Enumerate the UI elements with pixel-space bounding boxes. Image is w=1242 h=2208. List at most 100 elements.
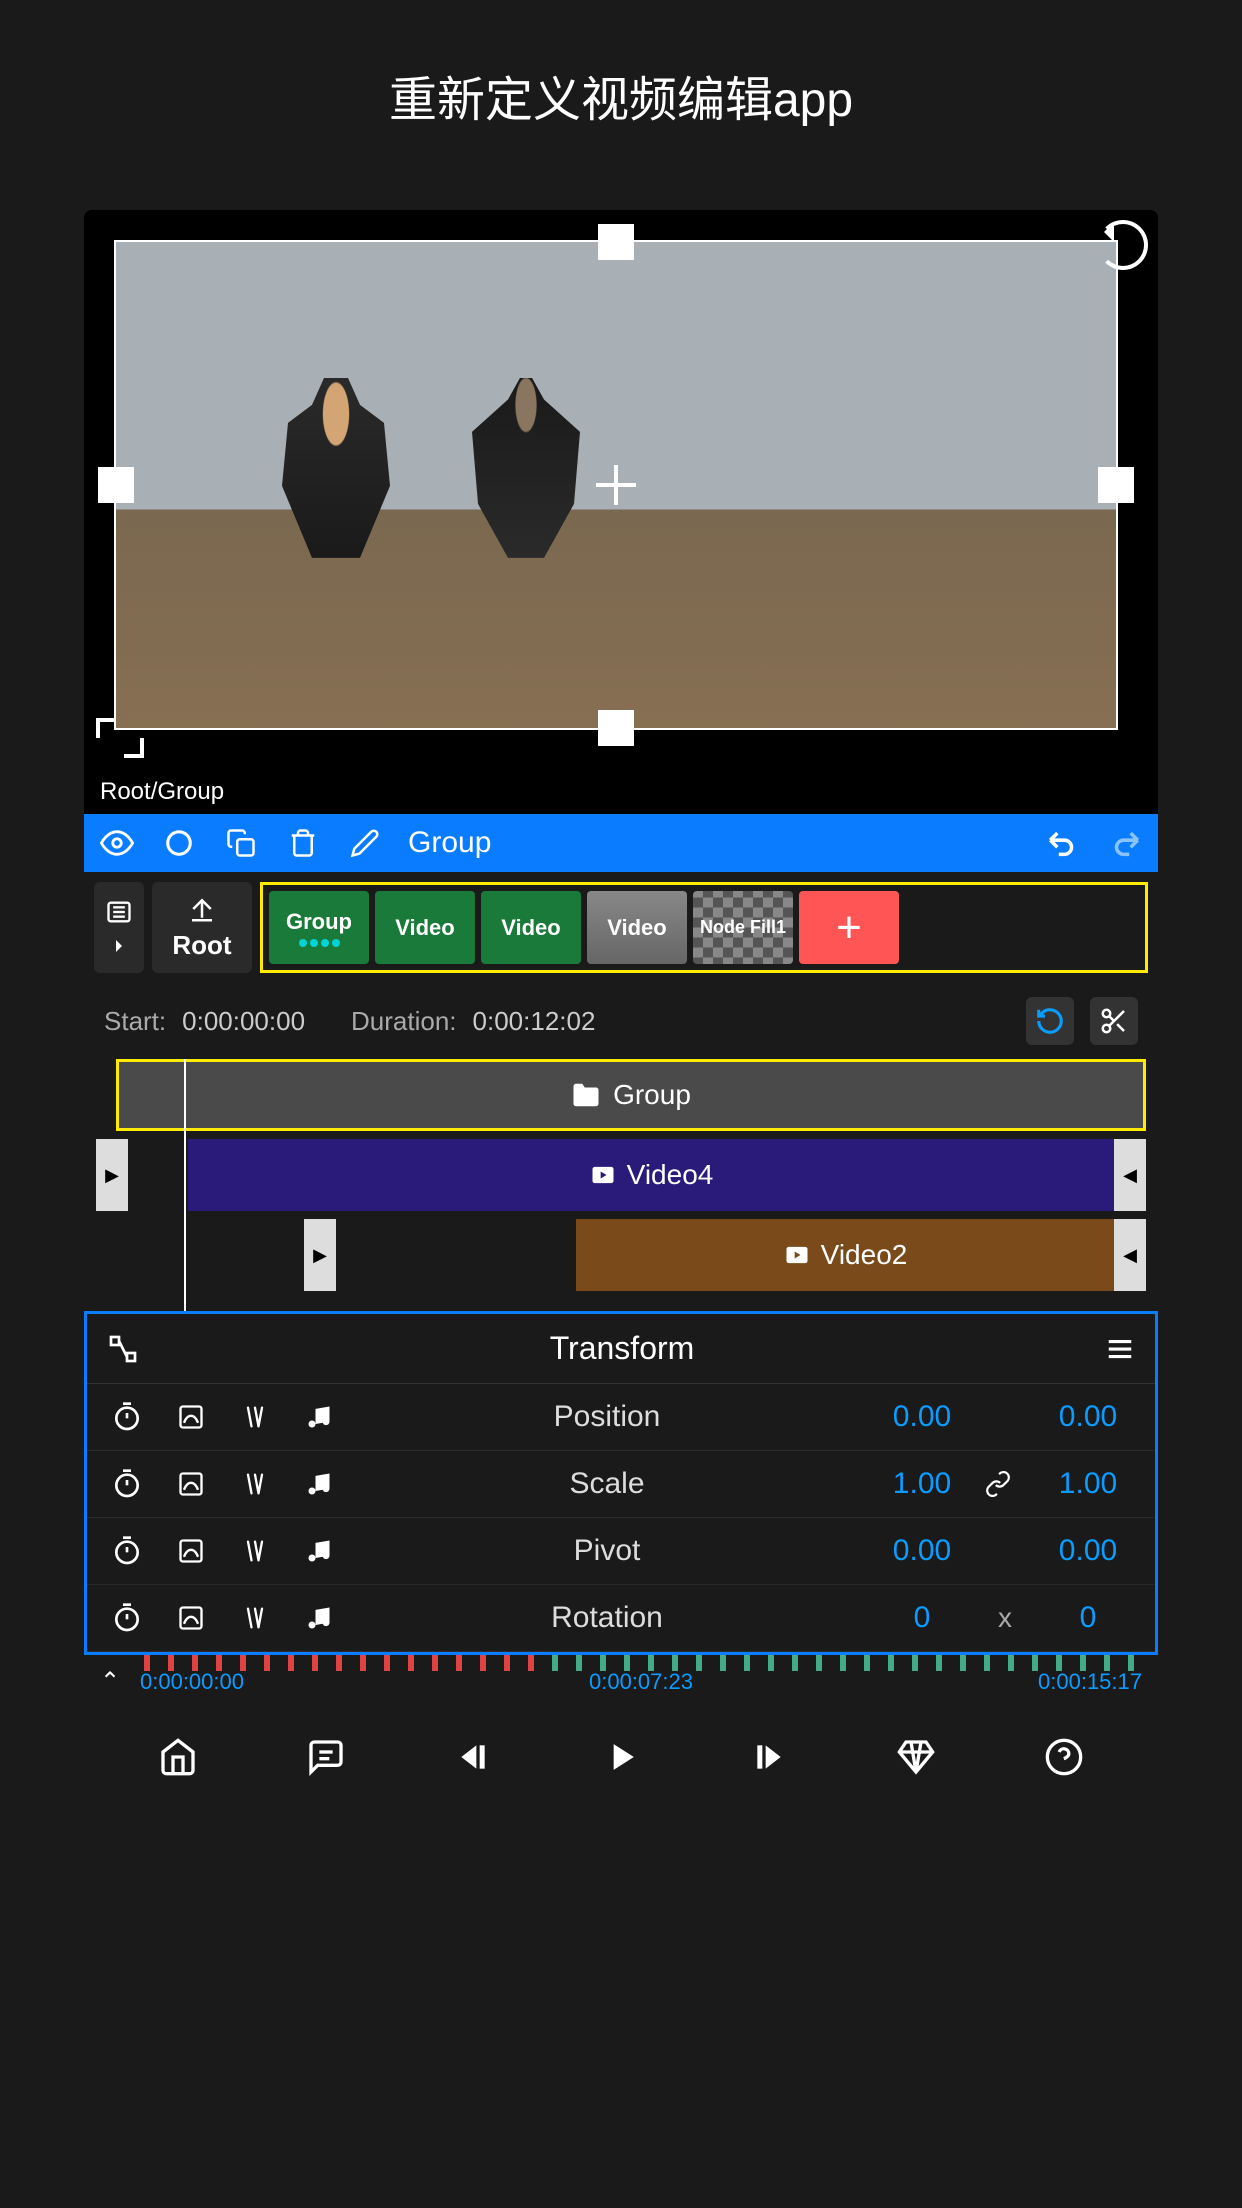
track-label: Video4	[627, 1159, 714, 1191]
ruler-marks	[144, 1655, 1138, 1671]
clips-row: Root Group Video Video Video Node Fill1 …	[84, 872, 1158, 983]
stopwatch-icon[interactable]	[99, 1602, 155, 1634]
copy-icon[interactable]	[222, 824, 260, 862]
undo-icon[interactable]	[1044, 824, 1082, 862]
next-frame-icon[interactable]	[739, 1732, 799, 1782]
prop-value-x[interactable]: 0.00	[867, 1400, 977, 1434]
clip-label: Video	[501, 915, 561, 941]
expand-arrow-icon[interactable]: ⌃	[100, 1667, 140, 1696]
video-icon	[589, 1161, 617, 1189]
trash-icon[interactable]	[284, 824, 322, 862]
start-value[interactable]: 0:00:00:00	[182, 1006, 305, 1037]
page-title: 重新定义视频编辑app	[0, 0, 1242, 170]
transform-header: Transform	[87, 1314, 1155, 1384]
home-icon[interactable]	[148, 1732, 208, 1782]
video-subject-2	[466, 378, 586, 558]
shake-icon[interactable]	[227, 1604, 283, 1632]
resize-handle-top[interactable]	[598, 224, 634, 260]
visibility-icon[interactable]	[98, 824, 136, 862]
play-icon[interactable]	[591, 1732, 651, 1782]
shake-icon[interactable]	[227, 1403, 283, 1431]
prop-value-x[interactable]: 0	[867, 1601, 977, 1635]
track-handle-right[interactable]: ◀	[1114, 1139, 1146, 1211]
music-icon[interactable]	[291, 1470, 347, 1498]
clip-label: Group	[286, 909, 352, 935]
root-button[interactable]: Root	[152, 882, 252, 973]
playhead[interactable]	[184, 1059, 186, 1311]
redo-icon[interactable]	[1106, 824, 1144, 862]
circle-icon[interactable]	[160, 824, 198, 862]
clip-video-1[interactable]: Video	[375, 891, 475, 964]
ruler-time-mid: 0:00:07:23	[474, 1669, 808, 1695]
music-icon[interactable]	[291, 1537, 347, 1565]
center-crosshair-icon	[596, 465, 636, 505]
stopwatch-icon[interactable]	[99, 1535, 155, 1567]
track-handle-left[interactable]: ▶	[96, 1139, 128, 1211]
fullscreen-icon[interactable]	[96, 718, 144, 758]
stopwatch-icon[interactable]	[99, 1468, 155, 1500]
track-group[interactable]: Group	[96, 1059, 1146, 1131]
side-panel-toggle[interactable]	[94, 882, 144, 973]
help-icon[interactable]	[1034, 1732, 1094, 1782]
tracks-area[interactable]: Group ▶ Video4 ◀ ▶ Video2 ◀	[84, 1059, 1158, 1311]
stopwatch-icon[interactable]	[99, 1401, 155, 1433]
preview-area[interactable]	[84, 210, 1158, 770]
scissors-icon[interactable]	[1090, 997, 1138, 1045]
clips-container: Group Video Video Video Node Fill1 +	[260, 882, 1148, 973]
prop-name: Scale	[355, 1467, 859, 1501]
prop-value-y[interactable]: 0.00	[1033, 1400, 1143, 1434]
clip-indicator-dots	[299, 939, 340, 947]
menu-icon[interactable]	[1105, 1334, 1135, 1364]
prev-frame-icon[interactable]	[443, 1732, 503, 1782]
rotate-icon[interactable]	[1098, 220, 1148, 270]
music-icon[interactable]	[291, 1403, 347, 1431]
music-icon[interactable]	[291, 1604, 347, 1632]
curve-icon[interactable]	[163, 1537, 219, 1565]
curve-icon[interactable]	[163, 1604, 219, 1632]
prop-value-y[interactable]: 0	[1033, 1601, 1143, 1635]
time-info-row: Start: 0:00:00:00 Duration: 0:00:12:02	[84, 983, 1158, 1059]
add-clip-button[interactable]: +	[799, 891, 899, 964]
track-handle-left[interactable]: ▶	[304, 1219, 336, 1291]
prop-value-x[interactable]: 1.00	[867, 1467, 977, 1501]
link-icon[interactable]	[985, 1471, 1025, 1497]
reset-icon[interactable]	[1026, 997, 1074, 1045]
prop-row-pivot: Pivot 0.00 0.00	[87, 1518, 1155, 1585]
resize-handle-left[interactable]	[98, 467, 134, 503]
resize-handle-bottom[interactable]	[598, 710, 634, 746]
preview-selection-box[interactable]	[114, 240, 1118, 730]
clip-video-3[interactable]: Video	[587, 891, 687, 964]
shake-icon[interactable]	[227, 1537, 283, 1565]
resize-handle-right[interactable]	[1098, 467, 1134, 503]
clip-node-fill[interactable]: Node Fill1	[693, 891, 793, 964]
app-frame: Root/Group Group Root	[84, 210, 1158, 1806]
clip-label: Video	[607, 915, 667, 941]
prop-value-x[interactable]: 0.00	[867, 1534, 977, 1568]
transform-properties: Position 0.00 0.00 Scale 1.00 1.00	[87, 1384, 1155, 1652]
duration-value[interactable]: 0:00:12:02	[473, 1006, 596, 1037]
start-label: Start:	[104, 1006, 166, 1037]
curve-icon[interactable]	[163, 1470, 219, 1498]
track-video2[interactable]: ▶ Video2 ◀	[96, 1219, 1146, 1291]
timeline-ruler[interactable]: ⌃ 0:00:00:00 0:00:07:23 0:00:15:17	[84, 1655, 1158, 1708]
toolbar: Group	[84, 814, 1158, 872]
track-label: Group	[613, 1079, 691, 1111]
comment-icon[interactable]	[296, 1732, 356, 1782]
prop-value-y[interactable]: 0.00	[1033, 1534, 1143, 1568]
video-subject-1	[276, 378, 396, 558]
track-label: Video2	[821, 1239, 908, 1271]
track-handle-right[interactable]: ◀	[1114, 1219, 1146, 1291]
prop-value-y[interactable]: 1.00	[1033, 1467, 1143, 1501]
track-video4[interactable]: ▶ Video4 ◀	[96, 1139, 1146, 1211]
clip-group[interactable]: Group	[269, 891, 369, 964]
prop-row-scale: Scale 1.00 1.00	[87, 1451, 1155, 1518]
root-button-label: Root	[172, 930, 231, 961]
folder-icon	[571, 1080, 601, 1110]
shake-icon[interactable]	[227, 1470, 283, 1498]
clip-video-2[interactable]: Video	[481, 891, 581, 964]
curve-icon[interactable]	[163, 1403, 219, 1431]
transform-icon	[107, 1333, 139, 1365]
edit-icon[interactable]	[346, 824, 384, 862]
diamond-icon[interactable]	[886, 1732, 946, 1782]
prop-name: Rotation	[355, 1601, 859, 1635]
